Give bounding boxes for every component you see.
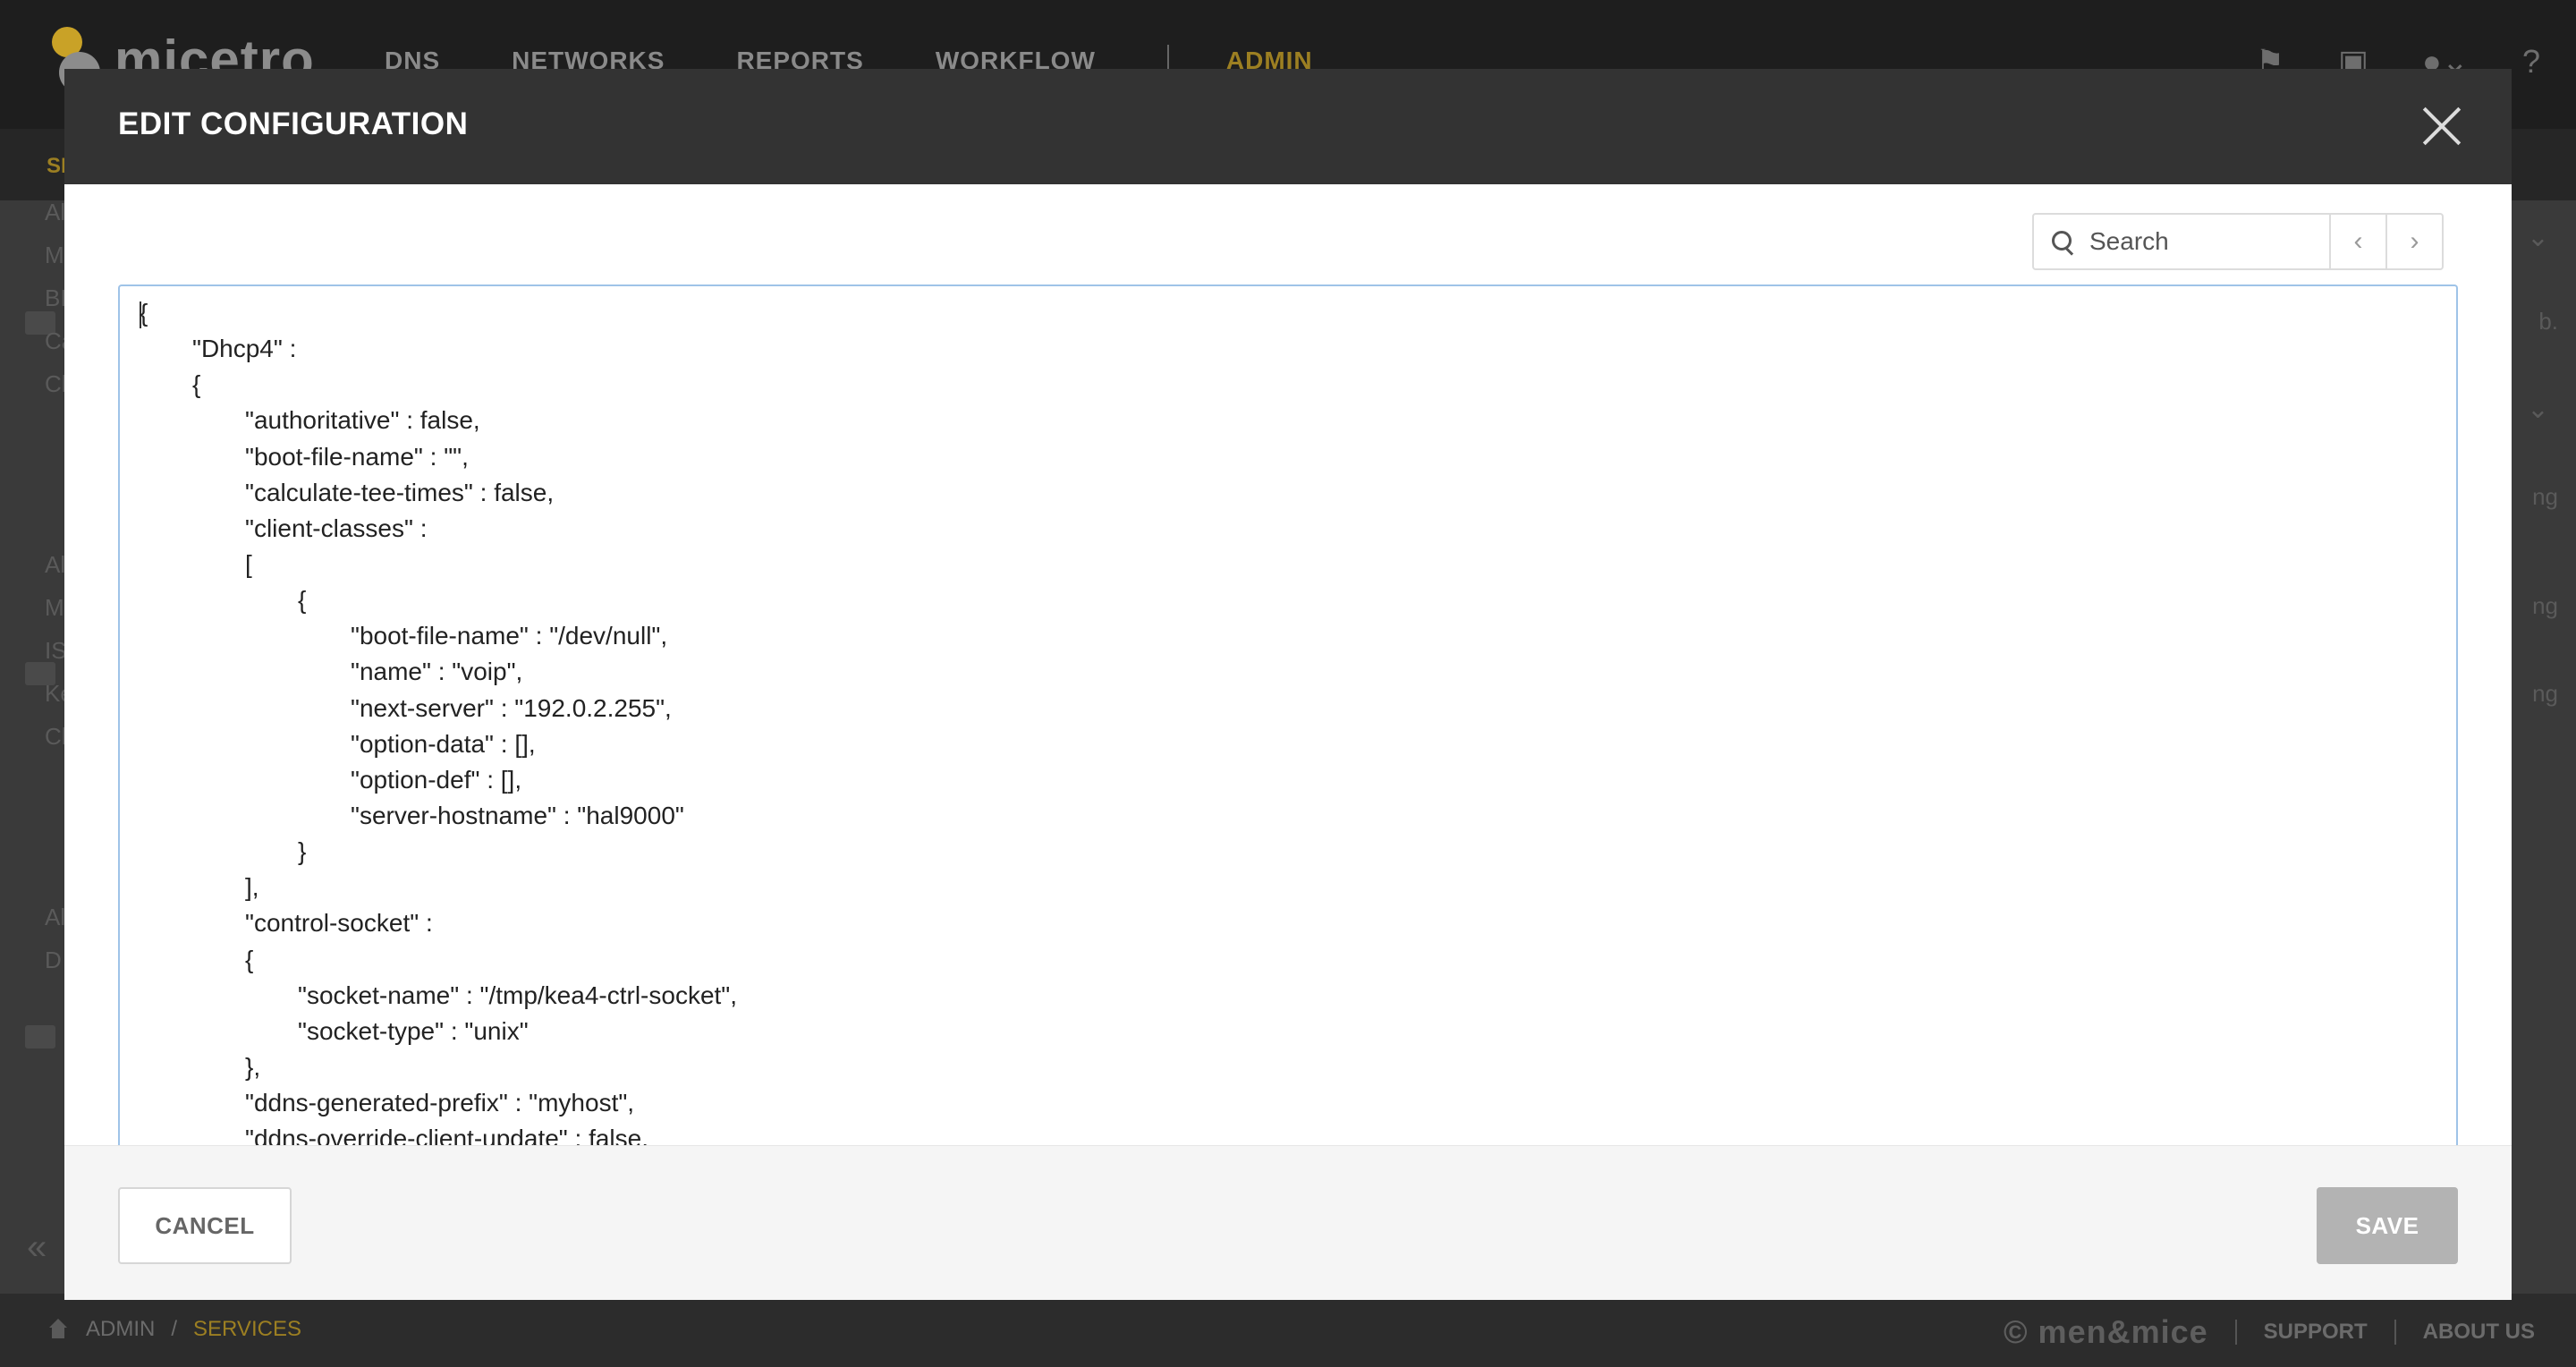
background-label: Al xyxy=(45,551,66,578)
code-line: }, xyxy=(245,1052,261,1081)
background-label: Cl xyxy=(45,370,67,397)
code-line: "option-def" : [], xyxy=(351,765,522,794)
background-label: IS xyxy=(45,637,67,664)
menandmice-logo: © men&mice xyxy=(2004,1313,2208,1350)
code-line: ], xyxy=(245,873,259,902)
about-us-link[interactable]: ABOUT US xyxy=(2423,1320,2535,1345)
breadcrumb: ADMIN / SERVICES xyxy=(47,1317,301,1342)
background-label: ng xyxy=(2532,592,2558,619)
code-line: "option-data" : [], xyxy=(351,729,536,758)
search-icon xyxy=(2034,215,2089,268)
code-line: "socket-type" : "unix" xyxy=(298,1016,529,1045)
code-line: "name" : "voip", xyxy=(351,658,523,686)
breadcrumb-services[interactable]: SERVICES xyxy=(193,1317,301,1342)
search-next-button[interactable]: › xyxy=(2385,215,2442,268)
code-line: "authoritative" : false, xyxy=(245,406,480,435)
code-line: } xyxy=(298,837,307,866)
code-line: "server-hostname" : "hal9000" xyxy=(351,801,684,829)
dialog-footer: CANCEL SAVE xyxy=(64,1145,2512,1300)
home-icon[interactable] xyxy=(47,1319,70,1340)
code-line: "client-classes" : xyxy=(245,514,428,542)
chevron-down-icon[interactable]: ⌄ xyxy=(2527,222,2549,253)
background-label: Al xyxy=(45,199,66,225)
breadcrumb-admin[interactable]: ADMIN xyxy=(86,1317,155,1342)
dialog-title: EDIT CONFIGURATION xyxy=(118,106,469,141)
edit-configuration-dialog: EDIT CONFIGURATION ‹ › { "Dhcp4" : { "autho… xyxy=(64,69,2512,1300)
code-line: { xyxy=(298,586,307,615)
server-group-icon xyxy=(25,1025,55,1049)
code-line: "ddns-generated-prefix" : "myhost", xyxy=(245,1089,635,1117)
background-label: ng xyxy=(2532,483,2558,510)
text-cursor xyxy=(140,301,141,328)
code-line: "ddns-override-client-update" : false, xyxy=(245,1125,648,1145)
code-line: { xyxy=(192,370,201,399)
background-label: Cl xyxy=(45,723,67,750)
code-line: "socket-name" : "/tmp/kea4-ctrl-socket", xyxy=(298,981,738,1009)
code-line: "control-socket" : xyxy=(245,909,433,938)
code-line: "boot-file-name" : "", xyxy=(245,442,469,471)
code-line: "boot-file-name" : "/dev/null", xyxy=(351,622,668,650)
search-box: ‹ › xyxy=(2032,213,2444,270)
code-line: "Dhcp4" : xyxy=(192,335,297,363)
background-label: ng xyxy=(2532,680,2558,707)
breadcrumb-separator: / xyxy=(171,1317,178,1341)
config-editor[interactable]: { "Dhcp4" : { "authoritative" : false, "boot… xyxy=(118,284,2458,1145)
code-line: "calculate-tee-times" : false, xyxy=(245,478,555,506)
code-line: "next-server" : "192.0.2.255", xyxy=(351,693,672,722)
search-input[interactable] xyxy=(2089,215,2329,268)
code-line: [ xyxy=(245,549,252,578)
save-button[interactable]: SAVE xyxy=(2317,1187,2458,1264)
status-footer: ADMIN / SERVICES © men&mice SUPPORT ABOU… xyxy=(0,1294,2576,1367)
chevron-down-icon[interactable]: ⌄ xyxy=(2527,394,2549,425)
collapse-sidebar-icon[interactable]: « xyxy=(27,1227,47,1268)
background-label: M xyxy=(45,594,64,621)
cancel-button[interactable]: CANCEL xyxy=(118,1187,292,1264)
dialog-header: EDIT CONFIGURATION xyxy=(64,69,2512,184)
close-icon[interactable] xyxy=(2420,105,2463,148)
support-link[interactable]: SUPPORT xyxy=(2264,1320,2368,1345)
code-line: { xyxy=(140,299,148,328)
code-content[interactable]: { "Dhcp4" : { "authoritative" : false, "boot… xyxy=(140,295,737,1145)
footer-divider xyxy=(2234,1320,2237,1345)
background-label: b. xyxy=(2538,308,2558,335)
footer-divider xyxy=(2394,1320,2396,1345)
background-label: D xyxy=(45,947,62,973)
search-prev-button[interactable]: ‹ xyxy=(2329,215,2385,268)
background-label: BI xyxy=(45,284,67,311)
code-line: { xyxy=(245,945,254,973)
background-label: M xyxy=(45,242,64,268)
help-icon[interactable]: ? xyxy=(2522,43,2540,81)
footer-links: © men&mice SUPPORT ABOUT US xyxy=(2004,1313,2535,1351)
background-label: Al xyxy=(45,904,66,930)
